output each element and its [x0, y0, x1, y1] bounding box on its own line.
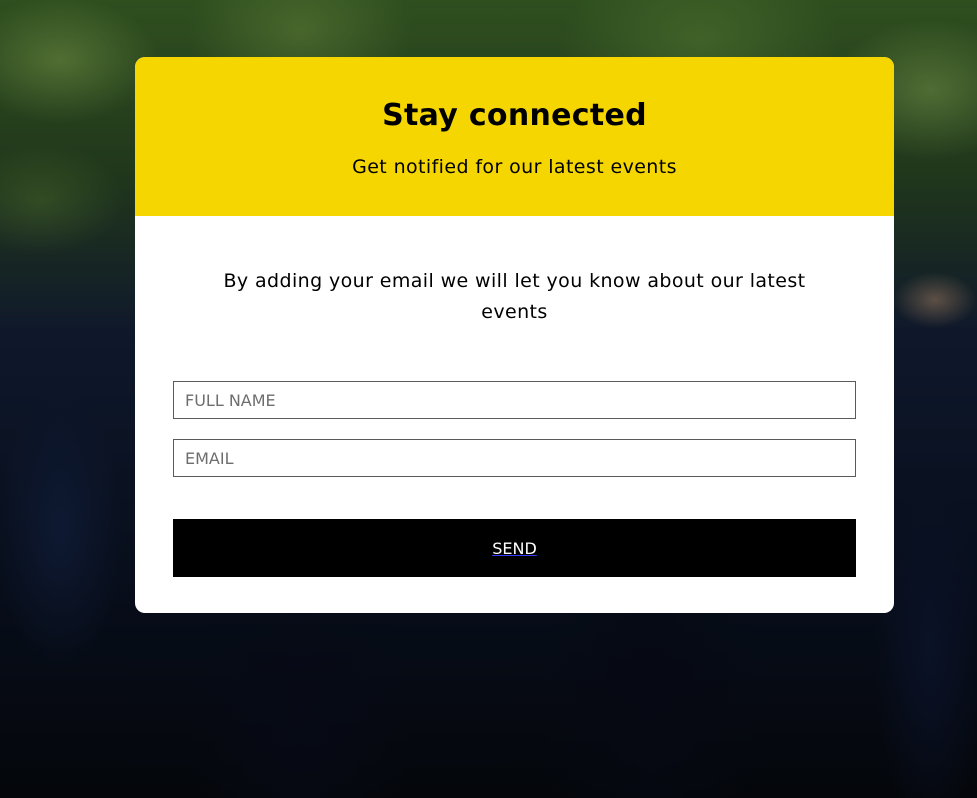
subscribe-form: SEND: [173, 381, 856, 577]
intro-text: By adding your email we will let you kno…: [223, 270, 806, 323]
email-input[interactable]: [173, 439, 856, 477]
send-button[interactable]: SEND: [173, 519, 856, 577]
subscribe-card: Stay connected Get notified for our late…: [135, 57, 894, 613]
card-header: Stay connected Get notified for our late…: [135, 57, 894, 216]
card-body: By adding your email we will let you kno…: [135, 266, 894, 577]
card-subtitle: Get notified for our latest events: [352, 156, 677, 178]
card-title: Stay connected: [382, 98, 647, 133]
full-name-input[interactable]: [173, 381, 856, 419]
send-button-label: SEND: [492, 538, 537, 558]
